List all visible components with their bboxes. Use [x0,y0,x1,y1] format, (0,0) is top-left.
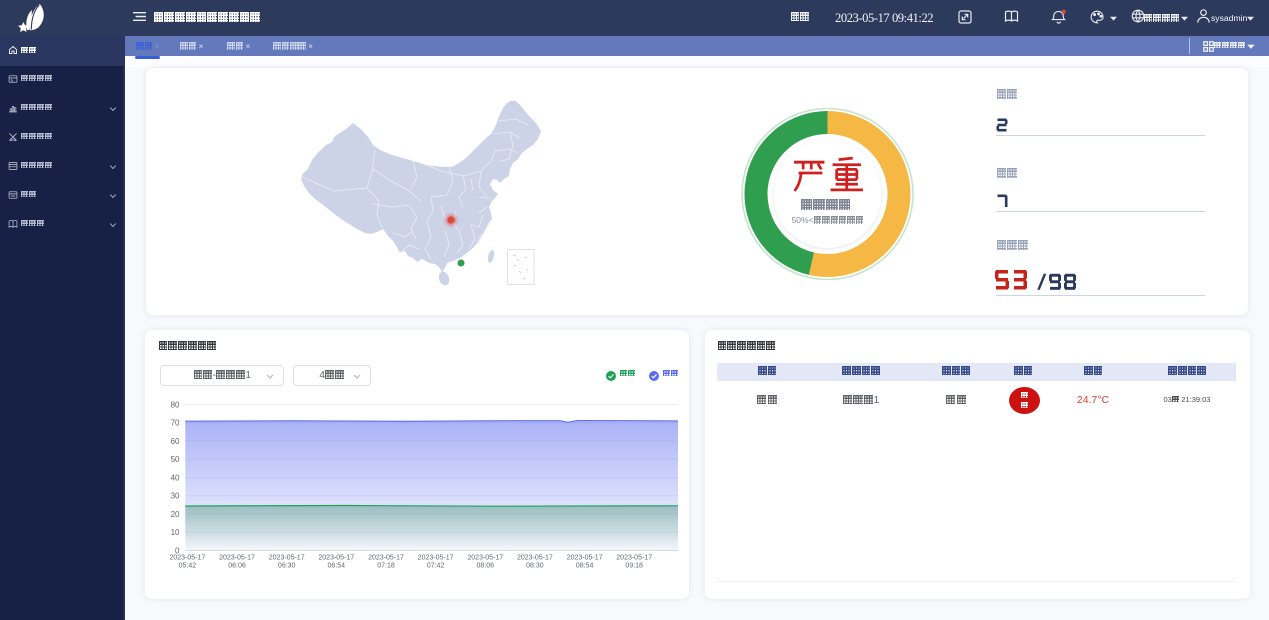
svg-text:2023-05-17: 2023-05-17 [269,555,305,562]
svg-text:40: 40 [171,473,180,482]
svg-text:06:06: 06:06 [228,563,246,570]
svg-text:08:54: 08:54 [576,563,594,570]
svg-text:08:30: 08:30 [526,563,544,570]
svg-text:70: 70 [171,419,180,428]
svg-text:10: 10 [171,528,180,537]
svg-text:2023-05-17: 2023-05-17 [616,555,652,562]
svg-text:2023-05-17: 2023-05-17 [418,555,454,562]
svg-text:08:06: 08:06 [477,563,495,570]
svg-text:06:54: 06:54 [328,563,346,570]
svg-text:2023-05-17: 2023-05-17 [219,555,255,562]
svg-text:20: 20 [171,510,180,519]
svg-text:2023-05-17: 2023-05-17 [567,555,603,562]
svg-text:30: 30 [171,492,180,501]
svg-text:2023-05-17: 2023-05-17 [318,555,354,562]
svg-text:06:30: 06:30 [278,563,296,570]
svg-text:07:18: 07:18 [377,563,395,570]
svg-text:2023-05-17: 2023-05-17 [517,555,553,562]
svg-text:2023-05-17: 2023-05-17 [467,555,503,562]
svg-text:2023-05-17: 2023-05-17 [368,555,404,562]
svg-text:09:18: 09:18 [625,563,643,570]
svg-text:60: 60 [171,437,180,446]
svg-text:07:42: 07:42 [427,563,445,570]
svg-text:80: 80 [171,400,180,409]
svg-text:2023-05-17: 2023-05-17 [169,555,205,562]
svg-text:50: 50 [171,455,180,464]
svg-text:05:42: 05:42 [179,563,197,570]
